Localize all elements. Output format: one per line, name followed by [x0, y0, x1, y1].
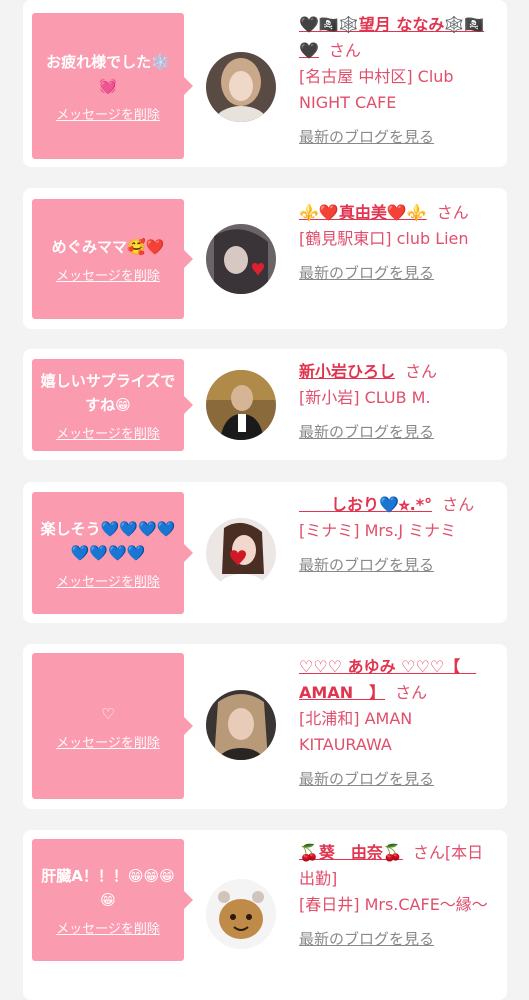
honorific: さん — [328, 41, 361, 60]
message-bubble: 肝臓A！！！😁😁😁😁 メッセージを削除 — [32, 839, 193, 961]
delete-message-link[interactable]: メッセージを削除 — [56, 104, 160, 123]
message-card: 嬉しいサプライズですね😁 メッセージを削除 新小岩ひろし さん [新小岩] CLU… — [23, 349, 507, 460]
delete-message-link[interactable]: メッセージを削除 — [56, 265, 160, 284]
delete-message-link[interactable]: メッセージを削除 — [56, 571, 160, 590]
message-bubble: ♡ メッセージを削除 — [32, 653, 193, 799]
delete-message-link[interactable]: メッセージを削除 — [56, 732, 160, 751]
avatar[interactable] — [206, 879, 276, 949]
latest-blog-link[interactable]: 最新のブログを見る — [299, 552, 434, 578]
honorific: さん — [405, 362, 438, 381]
shop-label: [名古屋 中村区] Club NIGHT CAFE — [299, 67, 454, 112]
message-bubble: お疲れ様でした❄️💓 メッセージを削除 — [32, 13, 193, 159]
latest-blog-link[interactable]: 最新のブログを見る — [299, 419, 434, 445]
cast-name-link[interactable]: しおり💙⭐︎.*° — [299, 495, 432, 514]
latest-blog-link[interactable]: 最新のブログを見る — [299, 124, 434, 150]
message-text: 嬉しいサプライズですね😁 — [40, 371, 176, 414]
cast-name-link[interactable]: 新小岩ひろし — [299, 362, 395, 381]
delete-message-link[interactable]: メッセージを削除 — [56, 423, 160, 442]
message-bubble: 楽しそう💙💙💙💙💙💙💙💙 メッセージを削除 — [32, 492, 193, 614]
honorific: さん — [436, 203, 469, 222]
avatar[interactable] — [206, 370, 276, 440]
message-card: お疲れ様でした❄️💓 メッセージを削除 🖤🏴‍☠️🕸️望月 ななみ🕸️🏴‍☠️🖤… — [23, 0, 507, 167]
latest-blog-link[interactable]: 最新のブログを見る — [299, 766, 434, 792]
latest-blog-link[interactable]: 最新のブログを見る — [299, 926, 434, 952]
message-bubble: めぐみママ🥰❤️ メッセージを削除 — [32, 199, 193, 319]
message-card: ♡ メッセージを削除 ♡♡♡ あゆみ ♡♡♡【 AMAN 】さん [北浦和] A… — [23, 644, 507, 809]
message-card: めぐみママ🥰❤️ メッセージを削除 ⚜️❤️真由美❤️⚜️ さん [鶴見駅東口] … — [23, 188, 507, 329]
cast-name-link[interactable]: 🍒葵 由奈🍒 — [299, 843, 403, 862]
message-card: 楽しそう💙💙💙💙💙💙💙💙 メッセージを削除 しおり💙⭐︎.*° さん [ミナミ] … — [23, 482, 507, 623]
message-text: 肝臓A！！！😁😁😁😁 — [41, 866, 175, 909]
message-text: ♡ — [101, 704, 115, 723]
cast-name-link[interactable]: ⚜️❤️真由美❤️⚜️ — [299, 203, 427, 222]
message-text: お疲れ様でした❄️💓 — [46, 52, 170, 95]
shop-label: [北浦和] AMAN KITAURAWA — [299, 709, 413, 754]
message-text: 楽しそう💙💙💙💙💙💙💙💙 — [40, 519, 176, 562]
honorific: さん — [442, 495, 475, 514]
avatar[interactable] — [206, 518, 276, 588]
delete-message-link[interactable]: メッセージを削除 — [56, 918, 160, 937]
shop-label: [新小岩] CLUB M. — [299, 388, 431, 407]
shop-label: [鶴見駅東口] club Lien — [299, 229, 469, 248]
avatar[interactable] — [206, 690, 276, 760]
message-card: 肝臓A！！！😁😁😁😁 メッセージを削除 🍒葵 由奈🍒 さん[本日出勤] [春日井]… — [23, 830, 507, 1000]
avatar[interactable] — [206, 52, 276, 122]
latest-blog-link[interactable]: 最新のブログを見る — [299, 260, 434, 286]
cast-name-link[interactable]: ♡♡♡ あゆみ ♡♡♡【 AMAN 】 — [299, 657, 476, 702]
message-list: お疲れ様でした❄️💓 メッセージを削除 🖤🏴‍☠️🕸️望月 ななみ🕸️🏴‍☠️🖤… — [0, 0, 529, 1000]
message-bubble: 嬉しいサプライズですね😁 メッセージを削除 — [32, 359, 193, 451]
cast-name-link[interactable]: 🖤🏴‍☠️🕸️望月 ななみ🕸️🏴‍☠️🖤 — [299, 15, 484, 60]
message-text: めぐみママ🥰❤️ — [51, 237, 165, 256]
avatar[interactable] — [206, 224, 276, 294]
shop-label: [ミナミ] Mrs.J ミナミ — [299, 521, 457, 540]
honorific: さん — [395, 683, 428, 702]
shop-label: [春日井] Mrs.CAFE〜縁〜 — [299, 895, 488, 914]
